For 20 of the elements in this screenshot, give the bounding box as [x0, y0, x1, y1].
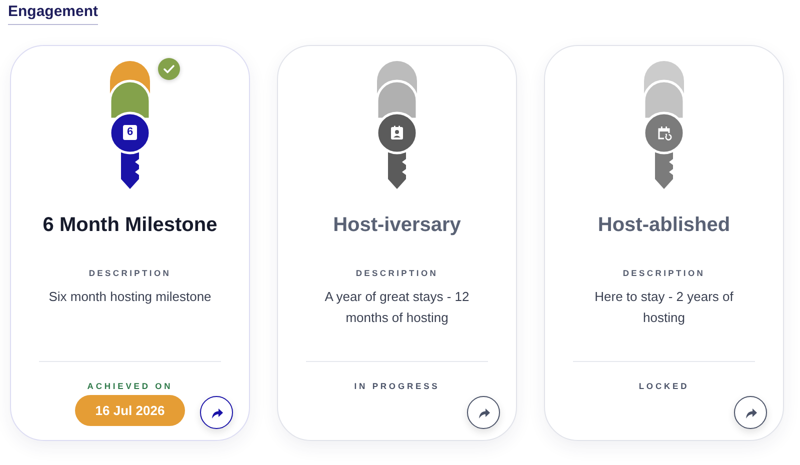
description-label: DESCRIPTION — [88, 268, 172, 278]
share-button[interactable] — [467, 396, 500, 429]
share-button[interactable] — [200, 396, 233, 429]
description-text: Here to stay - 2 years of hosting — [594, 288, 734, 327]
description-text: A year of great stays - 12 months of hosting — [324, 288, 470, 327]
calendar-refresh-icon — [656, 125, 672, 141]
date-pill: 16 Jul 2026 — [75, 395, 185, 426]
share-button[interactable] — [734, 396, 767, 429]
description-label: DESCRIPTION — [622, 268, 706, 278]
card-title: Host-ablished — [598, 213, 730, 237]
description-text: Six month hosting milestone — [48, 288, 212, 306]
card-title: 6 Month Milestone — [42, 213, 218, 237]
contact-card-icon — [389, 125, 405, 141]
number-badge: 6 — [123, 125, 137, 140]
description-label: DESCRIPTION — [356, 268, 438, 278]
status-label: LOCKED — [638, 381, 690, 391]
status-label: IN PROGRESS — [354, 381, 440, 391]
section-title: Engagement — [8, 3, 98, 25]
status-label: ACHIEVED ON — [87, 381, 173, 391]
card-title: Host-iversary — [333, 213, 461, 237]
